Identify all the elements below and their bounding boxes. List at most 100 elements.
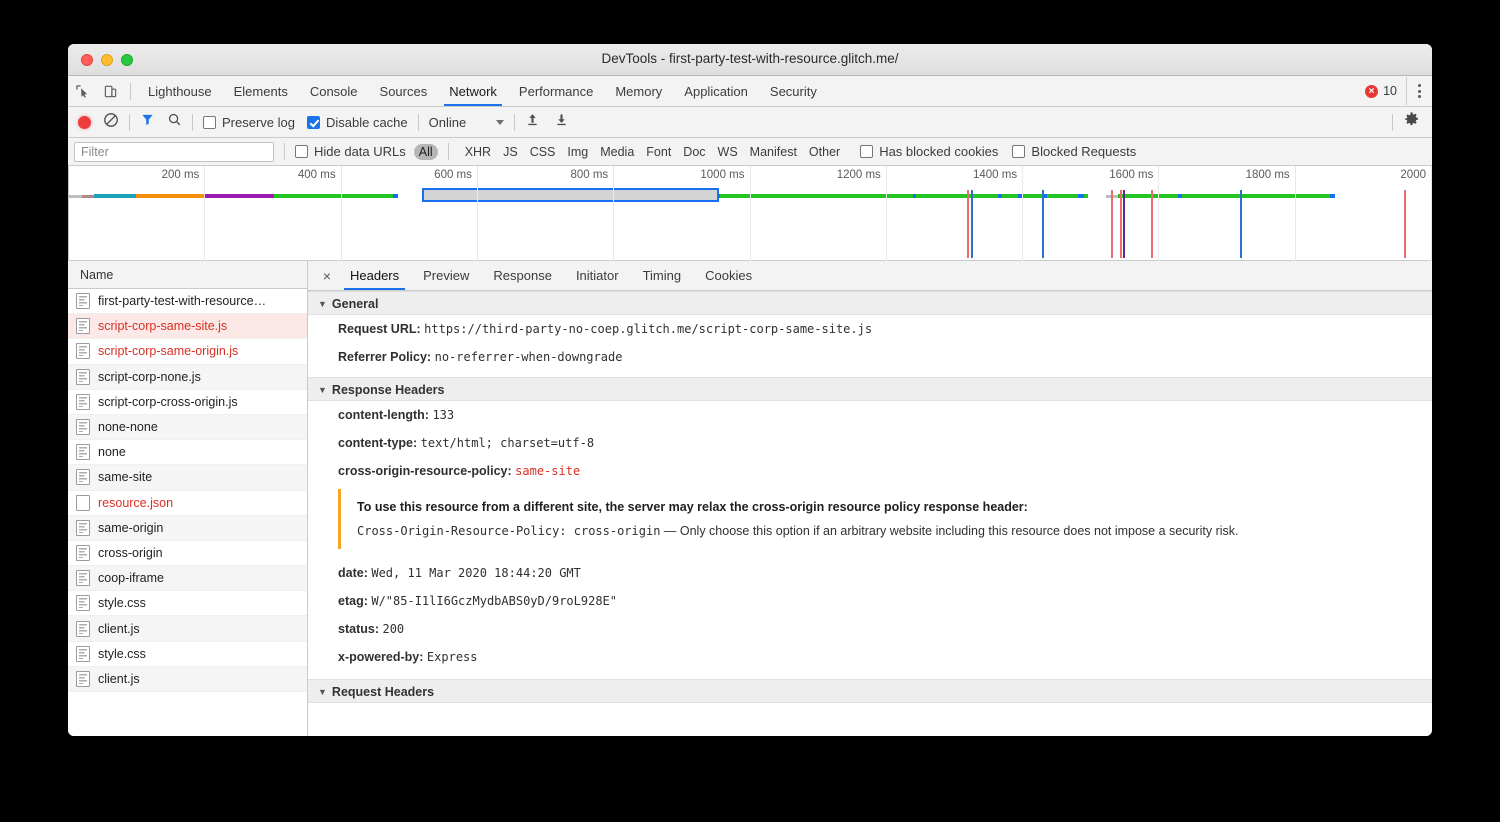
request-row[interactable]: script-corp-cross-origin.js	[68, 390, 307, 415]
filter-type-manifest[interactable]: Manifest	[744, 144, 803, 160]
record-button[interactable]	[78, 116, 91, 129]
section-general-header[interactable]: ▼General	[308, 291, 1432, 315]
column-header-name[interactable]: Name	[68, 261, 307, 289]
blocked-requests-label: Blocked Requests	[1031, 144, 1136, 159]
request-row[interactable]: client.js	[68, 667, 307, 692]
network-overview-timeline[interactable]: 200 ms400 ms600 ms800 ms1000 ms1200 ms14…	[68, 166, 1432, 261]
timeline-tick-label: 200 ms	[162, 169, 205, 181]
header-name: date:	[338, 566, 368, 580]
has-blocked-cookies-checkbox[interactable]: Has blocked cookies	[860, 144, 998, 159]
filter-type-img[interactable]: Img	[561, 144, 594, 160]
request-name: first-party-test-with-resource…	[98, 294, 266, 308]
error-count-label: 10	[1383, 84, 1397, 98]
section-response-headers-header[interactable]: ▼Response Headers	[308, 377, 1432, 401]
filter-type-doc[interactable]: Doc	[677, 144, 711, 160]
request-list[interactable]: first-party-test-with-resource… script-co…	[68, 289, 307, 736]
tab-elements[interactable]: Elements	[223, 76, 299, 106]
filter-type-ws[interactable]: WS	[712, 144, 744, 160]
filter-type-js[interactable]: JS	[497, 144, 524, 160]
close-icon[interactable]: ×	[316, 268, 338, 284]
section-request-headers-header[interactable]: ▼Request Headers	[308, 679, 1432, 703]
search-icon[interactable]	[167, 112, 182, 132]
tab-initiator[interactable]: Initiator	[564, 261, 631, 290]
upload-arrow-icon[interactable]	[525, 112, 540, 132]
request-row[interactable]: script-corp-same-origin.js	[68, 339, 307, 364]
throttle-dropdown[interactable]: Online	[429, 115, 505, 130]
tab-preview[interactable]: Preview	[411, 261, 481, 290]
toolbar-divider	[514, 114, 515, 131]
document-icon	[76, 394, 90, 410]
preserve-log-checkbox[interactable]: Preserve log	[203, 115, 295, 130]
request-name: none	[98, 445, 126, 459]
timeline-selection-window[interactable]	[422, 188, 718, 202]
tab-cookies[interactable]: Cookies	[693, 261, 764, 290]
tab-response[interactable]: Response	[481, 261, 564, 290]
timeline-tick	[613, 166, 614, 261]
callout-code: Cross-Origin-Resource-Policy: cross-orig…	[357, 524, 660, 538]
header-value: same-site	[515, 464, 580, 478]
header-value: 200	[382, 622, 404, 636]
header-value: https://third-party-no-coep.glitch.me/sc…	[424, 322, 872, 336]
gear-icon[interactable]	[1403, 111, 1432, 133]
request-name: style.css	[98, 647, 146, 661]
header-value: Wed, 11 Mar 2020 18:44:20 GMT	[371, 566, 581, 580]
request-name: same-site	[98, 470, 152, 484]
request-row[interactable]: client.js	[68, 616, 307, 641]
request-row[interactable]: coop-iframe	[68, 566, 307, 591]
header-row: content-type: text/html; charset=utf-8	[308, 429, 1432, 457]
tab-network[interactable]: Network	[438, 76, 508, 106]
window-title: DevTools - first-party-test-with-resourc…	[68, 51, 1432, 66]
inspect-element-icon[interactable]	[68, 77, 96, 105]
timeline-tick-label: 1600 ms	[1109, 169, 1158, 181]
request-row[interactable]: script-corp-same-site.js	[68, 314, 307, 339]
filter-type-other[interactable]: Other	[803, 144, 846, 160]
header-name: content-type:	[338, 436, 417, 450]
tab-lighthouse[interactable]: Lighthouse	[137, 76, 223, 106]
request-row[interactable]: none-none	[68, 415, 307, 440]
request-row[interactable]: cross-origin	[68, 541, 307, 566]
filter-type-xhr[interactable]: XHR	[459, 144, 497, 160]
request-row[interactable]: resource.json	[68, 491, 307, 516]
tab-security[interactable]: Security	[759, 76, 828, 106]
tab-performance[interactable]: Performance	[508, 76, 604, 106]
request-row[interactable]: style.css	[68, 591, 307, 616]
blocked-requests-checkbox[interactable]: Blocked Requests	[1012, 144, 1136, 159]
document-icon	[76, 595, 90, 611]
tab-console[interactable]: Console	[299, 76, 369, 106]
disable-cache-checkbox[interactable]: Disable cache	[307, 115, 408, 130]
timeline-tick	[1158, 166, 1159, 261]
timeline-tick	[477, 166, 478, 261]
clear-icon[interactable]	[103, 112, 119, 133]
document-icon	[76, 646, 90, 662]
filter-type-all[interactable]: All	[414, 144, 438, 160]
hide-data-urls-checkbox[interactable]: Hide data URLs	[295, 144, 406, 159]
tab-headers[interactable]: Headers	[338, 261, 411, 290]
filter-type-media[interactable]: Media	[594, 144, 640, 160]
toolbar-divider	[448, 143, 449, 160]
filter-type-css[interactable]: CSS	[524, 144, 562, 160]
tab-application[interactable]: Application	[673, 76, 759, 106]
request-name: same-origin	[98, 521, 163, 535]
search-input[interactable]	[74, 142, 274, 162]
error-count-badge[interactable]: × 10	[1365, 84, 1401, 98]
kebab-menu-icon[interactable]	[1406, 77, 1432, 105]
checkbox-box	[860, 145, 873, 158]
request-row[interactable]: style.css	[68, 642, 307, 667]
document-icon	[76, 469, 90, 485]
request-row[interactable]: script-corp-none.js	[68, 365, 307, 390]
error-circle-icon: ×	[1365, 85, 1378, 98]
filter-type-font[interactable]: Font	[640, 144, 677, 160]
tab-timing[interactable]: Timing	[631, 261, 694, 290]
filter-funnel-icon[interactable]	[140, 112, 155, 132]
timeline-tick-label: 1200 ms	[837, 169, 886, 181]
download-arrow-icon[interactable]	[554, 112, 569, 132]
tab-memory[interactable]: Memory	[604, 76, 673, 106]
request-row[interactable]: same-origin	[68, 516, 307, 541]
header-name: content-length:	[338, 408, 429, 422]
request-row[interactable]: first-party-test-with-resource…	[68, 289, 307, 314]
device-toolbar-icon[interactable]	[96, 77, 124, 105]
request-row[interactable]: same-site	[68, 465, 307, 490]
request-row[interactable]: none	[68, 440, 307, 465]
tab-sources[interactable]: Sources	[369, 76, 439, 106]
header-value: no-referrer-when-downgrade	[435, 350, 623, 364]
